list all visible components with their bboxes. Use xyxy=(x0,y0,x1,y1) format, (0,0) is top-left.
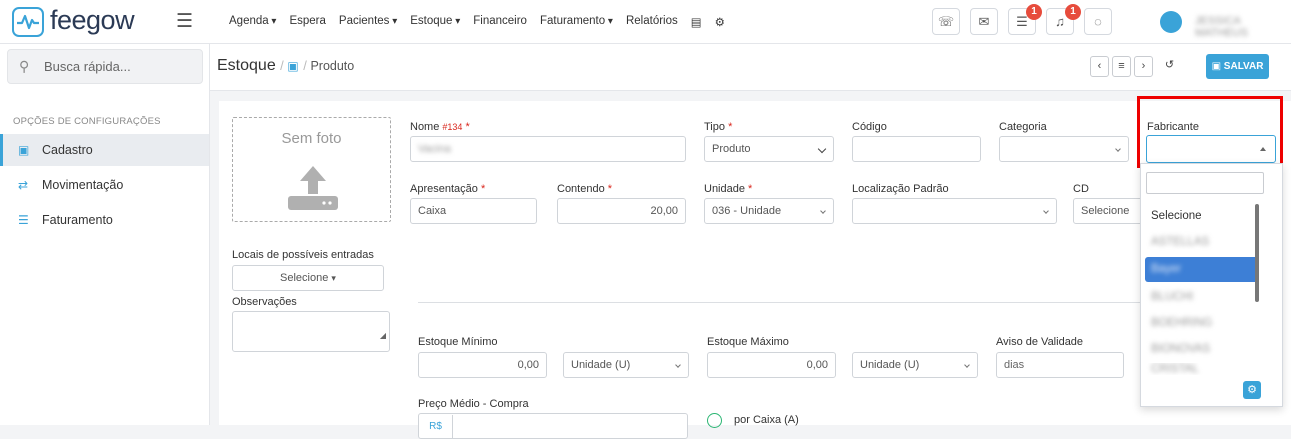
sidebar-item-movimentacao[interactable]: ⇄ Movimentação xyxy=(0,169,209,201)
sidebar-item-label: Movimentação xyxy=(42,178,124,192)
page-title[interactable]: Estoque xyxy=(217,57,276,74)
tipo-select[interactable]: Produto xyxy=(704,136,834,162)
photo-label: Sem foto xyxy=(281,130,342,147)
dropdown-scrollbar[interactable] xyxy=(1255,204,1259,302)
main-menu: Agenda Espera Pacientes Estoque Financei… xyxy=(229,15,725,29)
nome-input[interactable]: Vacina xyxy=(410,136,686,162)
bell-badge: 1 xyxy=(1065,4,1081,20)
por-caixa-label: por Caixa (A) xyxy=(734,414,799,426)
menu-financeiro[interactable]: Financeiro xyxy=(473,15,527,29)
save-button[interactable]: ▣ SALVAR xyxy=(1206,54,1269,79)
breadcrumb-current: Produto xyxy=(310,59,355,73)
hamburger-menu-icon[interactable]: ☰ xyxy=(176,10,193,33)
settings-gear-icon[interactable]: ⚙ xyxy=(715,15,725,29)
menu-faturamento[interactable]: Faturamento xyxy=(540,15,613,29)
fabricante-dropdown: Selecione ASTELLAS Bayer BLUCHI BOEHRING… xyxy=(1140,163,1283,407)
codigo-input[interactable] xyxy=(852,136,981,162)
menu-relatorios[interactable]: Relatórios xyxy=(626,15,678,29)
locais-select[interactable]: Selecione ▾ xyxy=(232,265,384,291)
history-icon[interactable]: ↺ xyxy=(1160,56,1179,77)
transfer-icon: ⇄ xyxy=(18,178,29,192)
list-view-button[interactable]: ≡ xyxy=(1112,56,1131,77)
dropdown-option-highlighted[interactable]: Bayer xyxy=(1145,257,1259,282)
list-icon: ☰ xyxy=(18,213,29,227)
sidebar-item-label: Faturamento xyxy=(42,213,113,227)
tipo-label: Tipo * xyxy=(704,121,733,133)
nome-label: Nome #134 * xyxy=(410,121,470,133)
aviso-validade-input[interactable]: dias xyxy=(996,352,1124,378)
sidebar: ⚲ Busca rápida... OPÇÕES DE CONFIGURAÇÕE… xyxy=(0,44,210,425)
categoria-label: Categoria xyxy=(999,121,1047,133)
por-caixa-radio[interactable] xyxy=(707,413,722,428)
photo-upload[interactable]: Sem foto xyxy=(232,117,391,222)
sidebar-item-cadastro[interactable]: ▣ Cadastro xyxy=(0,134,209,166)
top-navbar: feegow ☰ Agenda Espera Pacientes Estoque… xyxy=(0,0,1291,44)
dropdown-option[interactable]: BIONOVAS xyxy=(1145,337,1259,362)
unidade-select[interactable]: 036 - Unidade xyxy=(704,198,834,224)
menu-pacientes[interactable]: Pacientes xyxy=(339,15,397,29)
quick-search-input[interactable]: ⚲ Busca rápida... xyxy=(7,49,203,84)
dropdown-search-input[interactable] xyxy=(1146,172,1264,194)
phone-icon[interactable]: ☏ xyxy=(932,8,960,35)
categoria-select[interactable] xyxy=(999,136,1129,162)
aviso-validade-label: Aviso de Validade xyxy=(996,336,1084,348)
localizacao-label: Localização Padrão xyxy=(852,183,949,195)
locais-label: Locais de possíveis entradas xyxy=(232,249,374,261)
contendo-input[interactable]: 20,00 xyxy=(557,198,686,224)
brand-name[interactable]: feegow xyxy=(50,5,135,36)
page-header: Estoque / ▣ / Produto ‹ ≡ › ↺ ▣ SALVAR xyxy=(210,44,1291,91)
estoque-maximo-unit-select[interactable]: Unidade (U) xyxy=(852,352,978,378)
quick-search-placeholder: Busca rápida... xyxy=(44,59,131,74)
preco-medio-label: Preço Médio - Compra xyxy=(418,398,529,410)
observacoes-label: Observações xyxy=(232,296,297,308)
save-label: SALVAR xyxy=(1223,61,1264,72)
inbox-icon[interactable]: ✉ xyxy=(970,8,998,35)
upload-icon xyxy=(288,166,338,210)
localizacao-select[interactable] xyxy=(852,198,1057,224)
cd-label: CD xyxy=(1073,183,1089,195)
dropdown-option[interactable]: ASTELLAS xyxy=(1145,230,1259,255)
unidade-label: Unidade * xyxy=(704,183,753,195)
sidebar-section-title: OPÇÕES DE CONFIGURAÇÕES xyxy=(13,116,161,127)
section-divider xyxy=(418,302,1140,303)
box-icon: ▣ xyxy=(287,59,299,73)
resize-handle-icon[interactable]: ◢ xyxy=(380,324,386,348)
menu-espera[interactable]: Espera xyxy=(289,15,325,29)
estoque-maximo-label: Estoque Máximo xyxy=(707,336,789,348)
dropdown-option[interactable]: BOEHRING xyxy=(1145,311,1259,336)
search-icon: ⚲ xyxy=(19,58,30,74)
user-avatar[interactable] xyxy=(1160,11,1182,33)
dropdown-option[interactable]: CRISTAL xyxy=(1145,363,1259,375)
box-icon: ▣ xyxy=(18,143,30,157)
feegow-logo-icon[interactable] xyxy=(12,7,44,37)
prev-record-button[interactable]: ‹ xyxy=(1090,56,1109,77)
tasks-badge: 1 xyxy=(1026,4,1042,20)
codigo-label: Código xyxy=(852,121,887,133)
manage-options-gear-icon[interactable]: ⚙ xyxy=(1243,381,1261,399)
breadcrumb: Estoque / ▣ / Produto xyxy=(217,57,355,74)
estoque-minimo-unit-select[interactable]: Unidade (U) xyxy=(563,352,689,378)
preco-medio-input[interactable]: R$ xyxy=(418,413,688,439)
menu-estoque[interactable]: Estoque xyxy=(410,15,460,29)
estoque-minimo-label: Estoque Mínimo xyxy=(418,336,498,348)
highlight-annotation xyxy=(1137,96,1283,168)
next-record-button[interactable]: › xyxy=(1134,56,1153,77)
dropdown-option[interactable]: BLUCHI xyxy=(1145,285,1259,310)
dropdown-option[interactable]: Selecione xyxy=(1145,204,1259,229)
save-icon: ▣ xyxy=(1211,61,1224,72)
estoque-maximo-input[interactable]: 0,00 xyxy=(707,352,836,378)
estoque-minimo-input[interactable]: 0,00 xyxy=(418,352,547,378)
chat-icon[interactable]: ◌ xyxy=(1084,8,1112,35)
cd-select[interactable]: Selecione xyxy=(1073,198,1143,224)
sidebar-item-label: Cadastro xyxy=(42,143,93,157)
user-name[interactable]: JESSICA MATHEUS xyxy=(1195,15,1291,39)
currency-prefix: R$ xyxy=(419,415,453,438)
apresentacao-label: Apresentação * xyxy=(410,183,486,195)
observacoes-textarea[interactable]: ◢ xyxy=(232,311,390,352)
apresentacao-input[interactable]: Caixa xyxy=(410,198,537,224)
contendo-label: Contendo * xyxy=(557,183,613,195)
sidebar-item-faturamento[interactable]: ☰ Faturamento xyxy=(0,204,209,236)
menu-agenda[interactable]: Agenda xyxy=(229,15,276,29)
database-icon[interactable]: ▤ xyxy=(691,15,702,29)
